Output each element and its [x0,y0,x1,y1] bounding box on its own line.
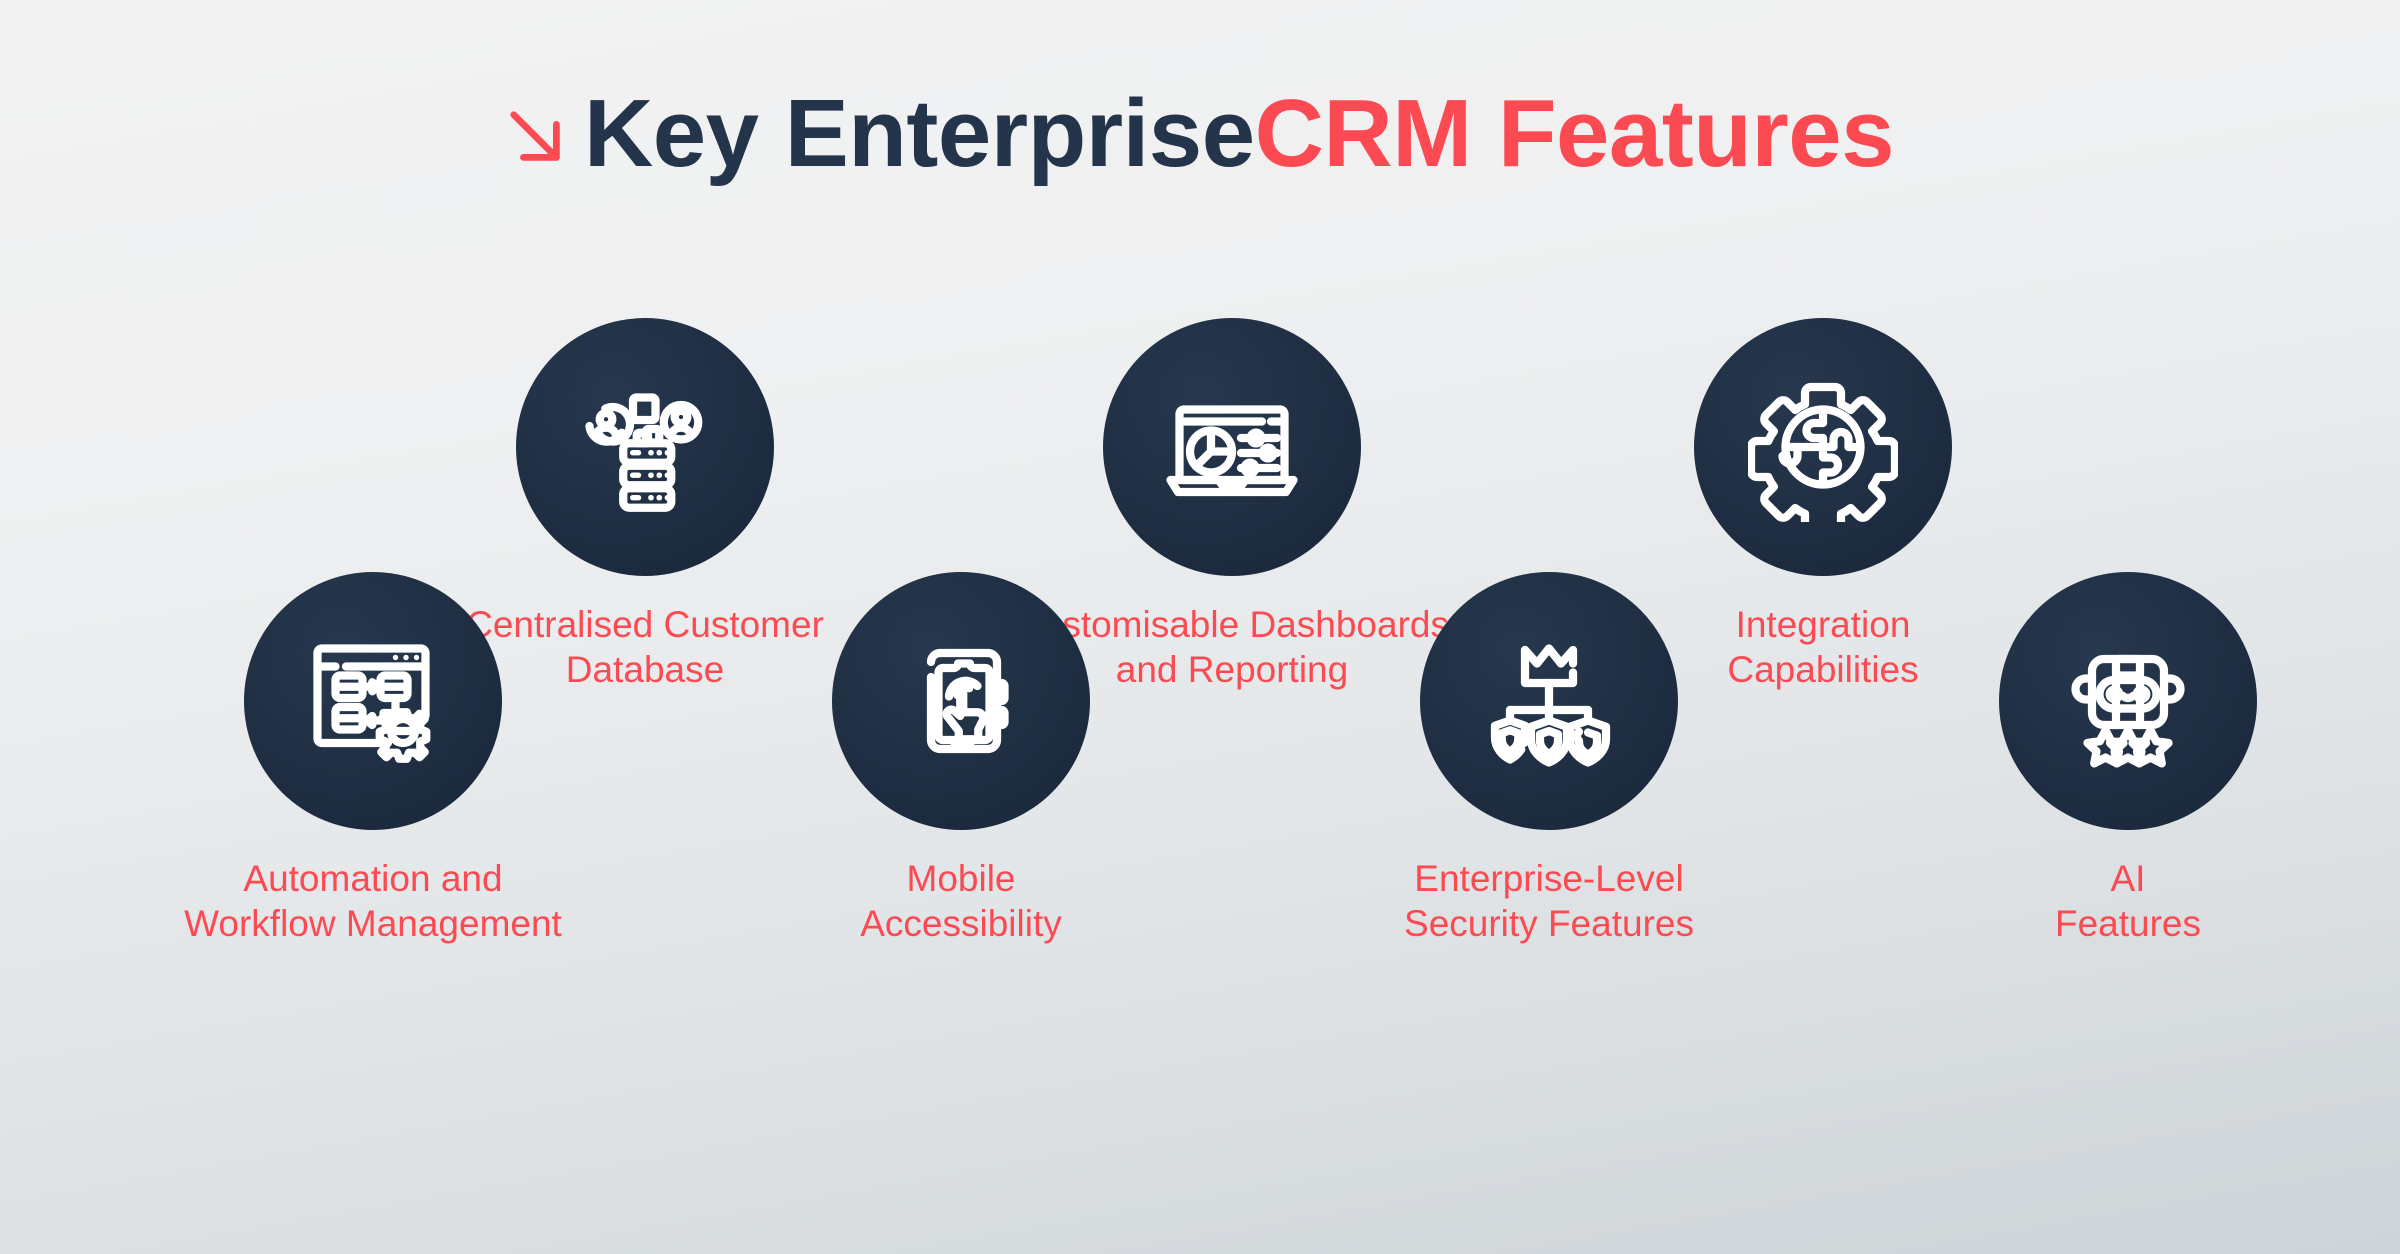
feature-item-ai-features[interactable]: AI Features [1908,572,2348,946]
feature-icon-badge [1694,318,1952,576]
page-title-accent: CRM Features [1254,80,1895,187]
server-database-users-icon [585,393,703,512]
slide-canvas: Key Enterprise CRM Features Centralised … [0,0,2400,1254]
feature-item-automation-and-workflow-management[interactable]: Automation and Workflow Management [153,572,593,946]
feature-label: AI Features [2054,858,2201,945]
feature-item-enterprise-level-security-features[interactable]: Enterprise-Level Security Features [1329,572,1769,946]
page-title-primary: Key Enterprise [583,80,1255,187]
feature-label: Mobile Accessibility [860,858,1062,945]
feature-icon-badge [1420,572,1678,830]
feature-label: Automation and Workflow Management [184,858,562,945]
gear-puzzle-icon [1748,382,1898,522]
feature-icon-badge [244,572,502,830]
feature-grid: Centralised Customer Database Customisab… [0,318,2400,1218]
feature-icon-badge [1999,572,2257,830]
arrow-down-right-icon [510,111,560,161]
page-title: Key Enterprise CRM Features [0,86,2400,182]
smartphone-tap-hand-icon [926,648,1009,754]
feature-item-mobile-accessibility[interactable]: Mobile Accessibility [741,572,1181,946]
laptop-dashboard-chart-icon [1166,405,1298,497]
robot-stars-icon [2071,654,2185,768]
feature-icon-badge [516,318,774,576]
feature-icon-badge [832,572,1090,830]
browser-workflow-gear-icon [313,644,431,763]
crown-hierarchy-shields-icon [1490,644,1611,767]
feature-label: Enterprise-Level Security Features [1404,858,1694,945]
feature-icon-badge [1103,318,1361,576]
